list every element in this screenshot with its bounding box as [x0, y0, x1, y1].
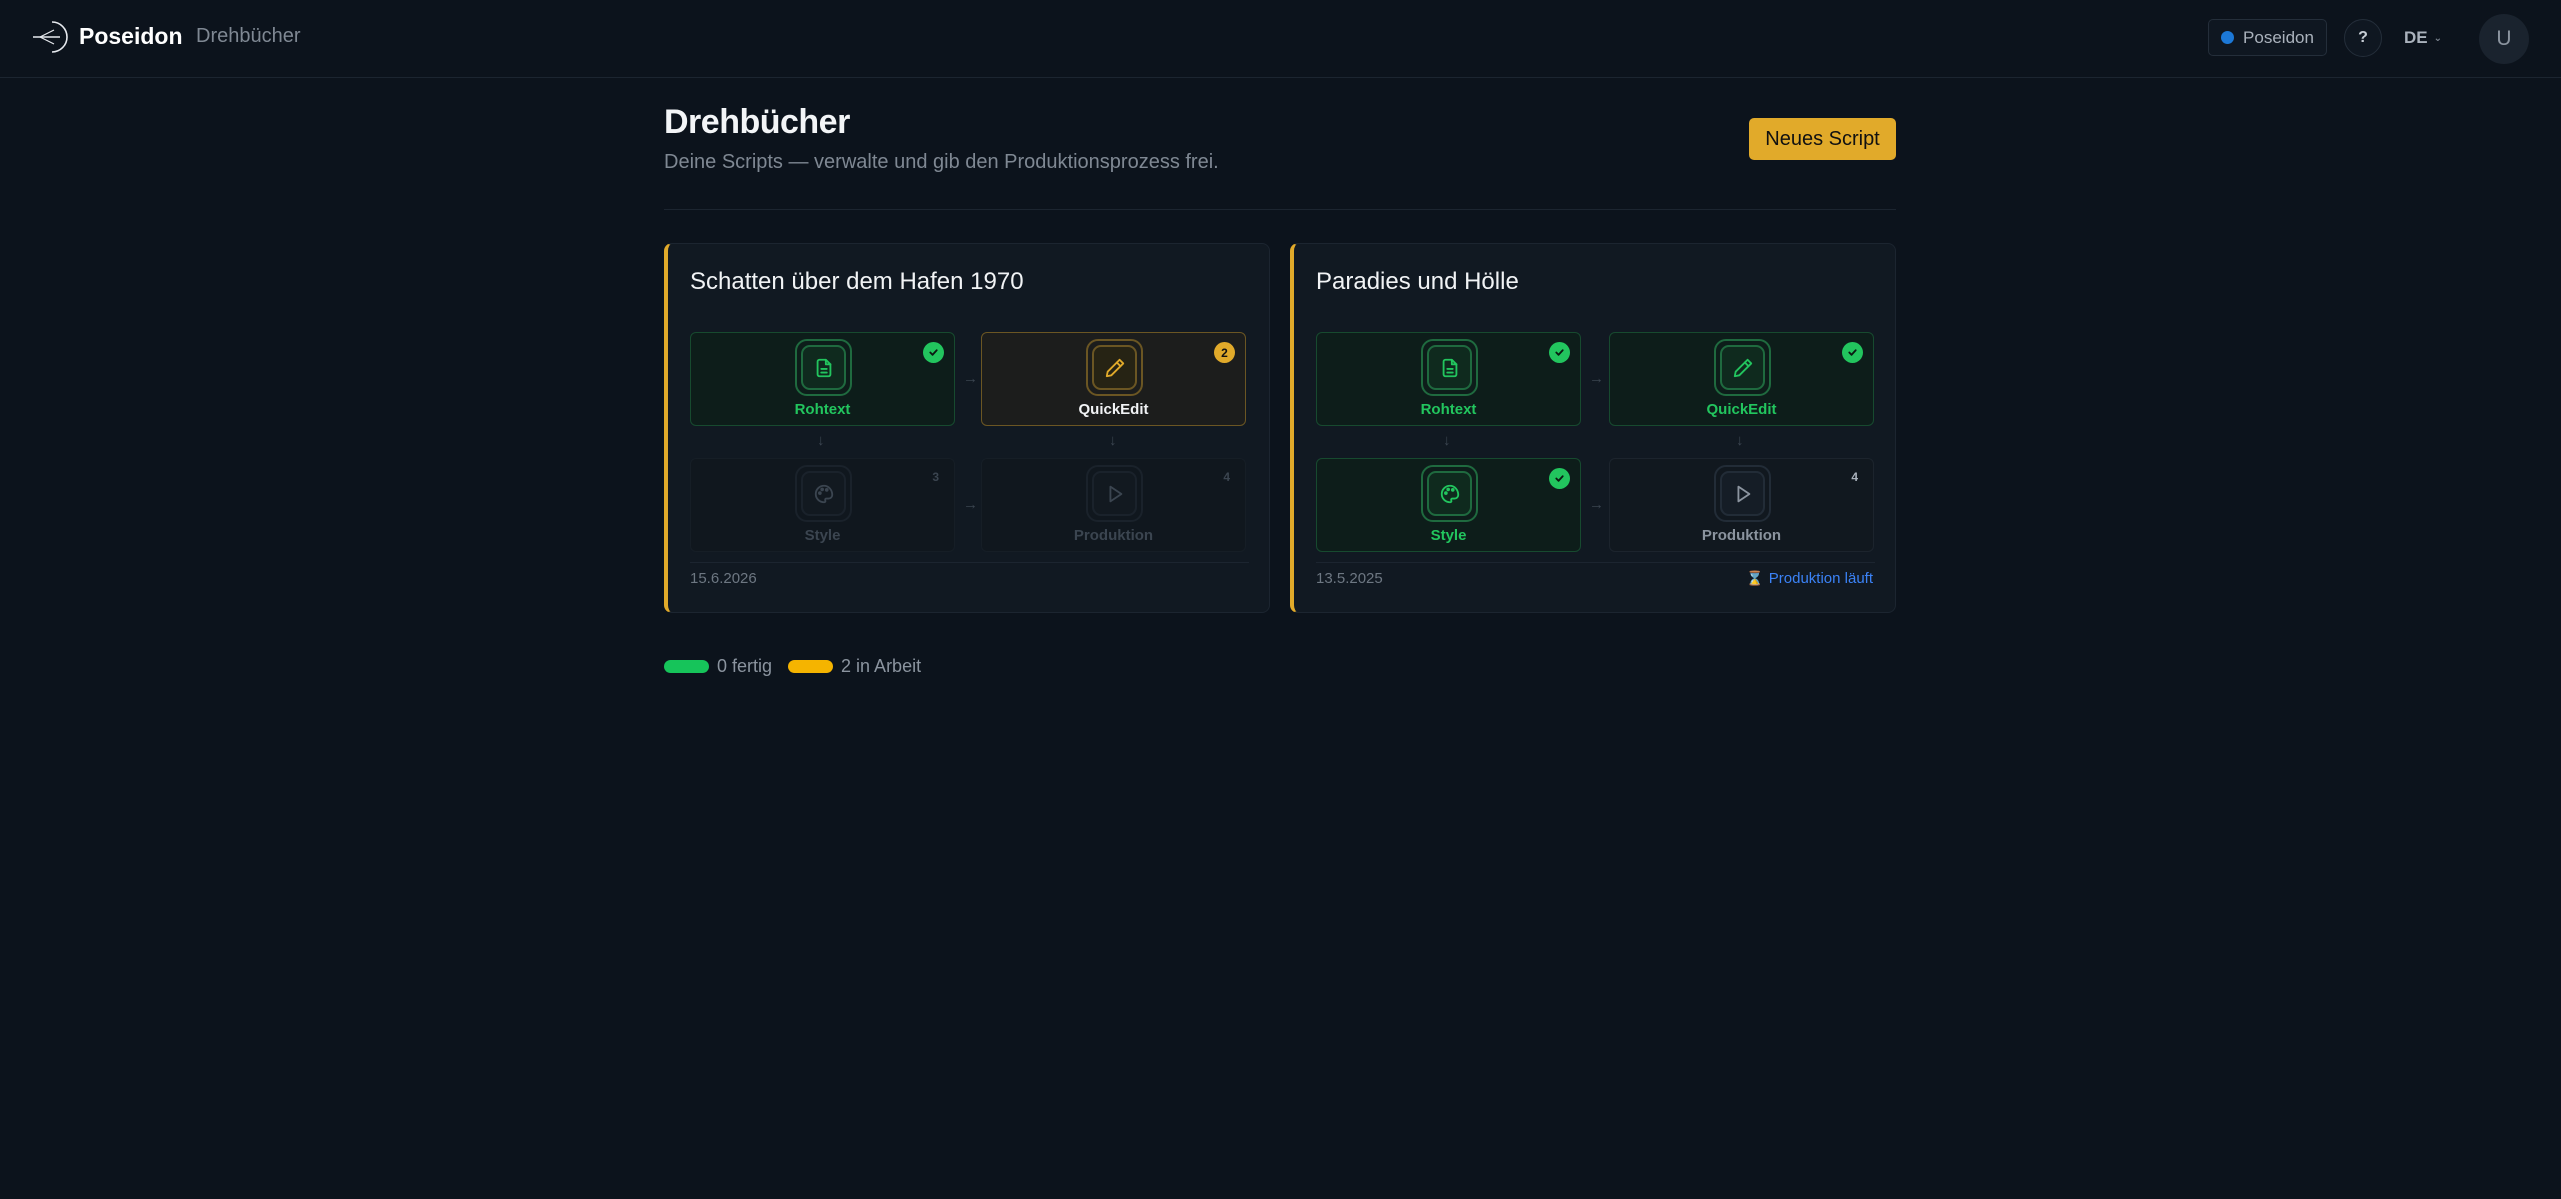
step-icon-frame — [1086, 465, 1143, 522]
document-icon — [816, 358, 831, 377]
play-icon — [1109, 485, 1122, 502]
check-icon — [1549, 468, 1570, 489]
workspace-switcher[interactable]: Poseidon — [2208, 19, 2327, 56]
play-icon — [1737, 485, 1750, 502]
step-style: 3 Style — [690, 458, 955, 552]
legend-done-label: 0 fertig — [717, 656, 773, 676]
production-status[interactable]: ⌛ Produktion läuft — [1746, 570, 1873, 587]
hourglass-icon: ⌛ — [1746, 570, 1764, 586]
step-label: Produktion — [1073, 527, 1154, 544]
step-icon-frame — [1714, 339, 1771, 396]
arrow-right-icon: → — [1589, 370, 1604, 387]
step-quickedit[interactable]: 2 QuickEdit — [981, 332, 1246, 426]
step-label: Style — [1430, 527, 1467, 544]
step-rohtext[interactable]: Rohtext — [690, 332, 955, 426]
legend-in-progress-label: 2 in Arbeit — [841, 656, 922, 676]
step-icon-frame — [795, 339, 852, 396]
check-icon — [1549, 342, 1570, 363]
brand-name[interactable]: Poseidon — [79, 23, 183, 50]
card-divider — [1316, 562, 1875, 563]
step-number: 3 — [932, 470, 939, 484]
poseidon-logo-icon[interactable] — [30, 17, 70, 57]
divider — [664, 209, 1896, 210]
script-card[interactable]: Schatten über dem Hafen 1970 Rohtext → 2… — [664, 243, 1270, 613]
production-status-label: Produktion läuft — [1768, 570, 1873, 587]
step-label: QuickEdit — [1078, 401, 1149, 418]
step-label: Rohtext — [1420, 401, 1477, 418]
step-icon-frame — [1421, 465, 1478, 522]
palette-icon — [814, 484, 833, 503]
arrow-right-icon: → — [963, 370, 978, 387]
legend-in-progress: 2 in Arbeit — [788, 656, 921, 677]
step-icon-frame — [795, 465, 852, 522]
step-style[interactable]: Style — [1316, 458, 1581, 552]
chevron-down-icon: ⌄ — [2433, 32, 2443, 44]
step-label: Rohtext — [794, 401, 851, 418]
arrow-down-icon: ↓ — [817, 432, 825, 449]
step-produktion: 4 Produktion — [981, 458, 1246, 552]
card-divider — [690, 562, 1249, 563]
page-title: Drehbücher — [664, 103, 850, 141]
legend-done-swatch — [664, 660, 709, 673]
pencil-icon — [1733, 358, 1752, 377]
language-label: DE — [2404, 28, 2428, 47]
arrow-down-icon: ↓ — [1443, 432, 1451, 449]
step-icon-frame — [1086, 339, 1143, 396]
step-produktion[interactable]: 4 Produktion — [1609, 458, 1874, 552]
avatar[interactable]: U — [2479, 14, 2529, 64]
pencil-icon — [1105, 358, 1124, 377]
arrow-down-icon: ↓ — [1109, 432, 1117, 449]
step-label: Style — [804, 527, 841, 544]
palette-icon — [1440, 484, 1459, 503]
language-selector[interactable]: DE ⌄ — [2404, 27, 2442, 49]
legend: 0 fertig 2 in Arbeit — [664, 656, 921, 677]
script-date: 13.5.2025 — [1316, 570, 1383, 587]
script-title: Schatten über dem Hafen 1970 — [690, 268, 1024, 295]
workspace-label: Poseidon — [2243, 27, 2314, 47]
page-subtitle: Deine Scripts — verwalte und gib den Pro… — [664, 151, 1219, 173]
workspace-status-dot — [2221, 31, 2235, 44]
step-rohtext[interactable]: Rohtext — [1316, 332, 1581, 426]
legend-in-progress-swatch — [788, 660, 834, 673]
step-icon-frame — [1421, 339, 1478, 396]
arrow-down-icon: ↓ — [1736, 432, 1744, 449]
check-icon — [923, 342, 944, 363]
step-number: 4 — [1851, 470, 1858, 484]
step-number-badge: 2 — [1214, 342, 1235, 363]
script-card[interactable]: Paradies und Hölle Rohtext → QuickEdit ↓… — [1290, 243, 1896, 613]
legend-done: 0 fertig — [664, 656, 772, 677]
document-icon — [1442, 358, 1457, 377]
check-icon — [1842, 342, 1863, 363]
step-label: QuickEdit — [1706, 401, 1777, 418]
step-icon-frame — [1714, 465, 1771, 522]
arrow-right-icon: → — [963, 496, 978, 513]
step-label: Produktion — [1701, 527, 1782, 544]
help-button[interactable]: ? — [2344, 19, 2382, 57]
script-title: Paradies und Hölle — [1316, 268, 1519, 295]
new-script-button[interactable]: Neues Script — [1749, 118, 1896, 160]
step-number: 4 — [1223, 470, 1230, 484]
script-date: 15.6.2026 — [690, 570, 757, 587]
step-quickedit[interactable]: QuickEdit — [1609, 332, 1874, 426]
arrow-right-icon: → — [1589, 496, 1604, 513]
breadcrumb[interactable]: Drehbücher — [196, 25, 301, 48]
top-bar: Poseidon Drehbücher Poseidon ? DE ⌄ U — [0, 0, 2561, 78]
